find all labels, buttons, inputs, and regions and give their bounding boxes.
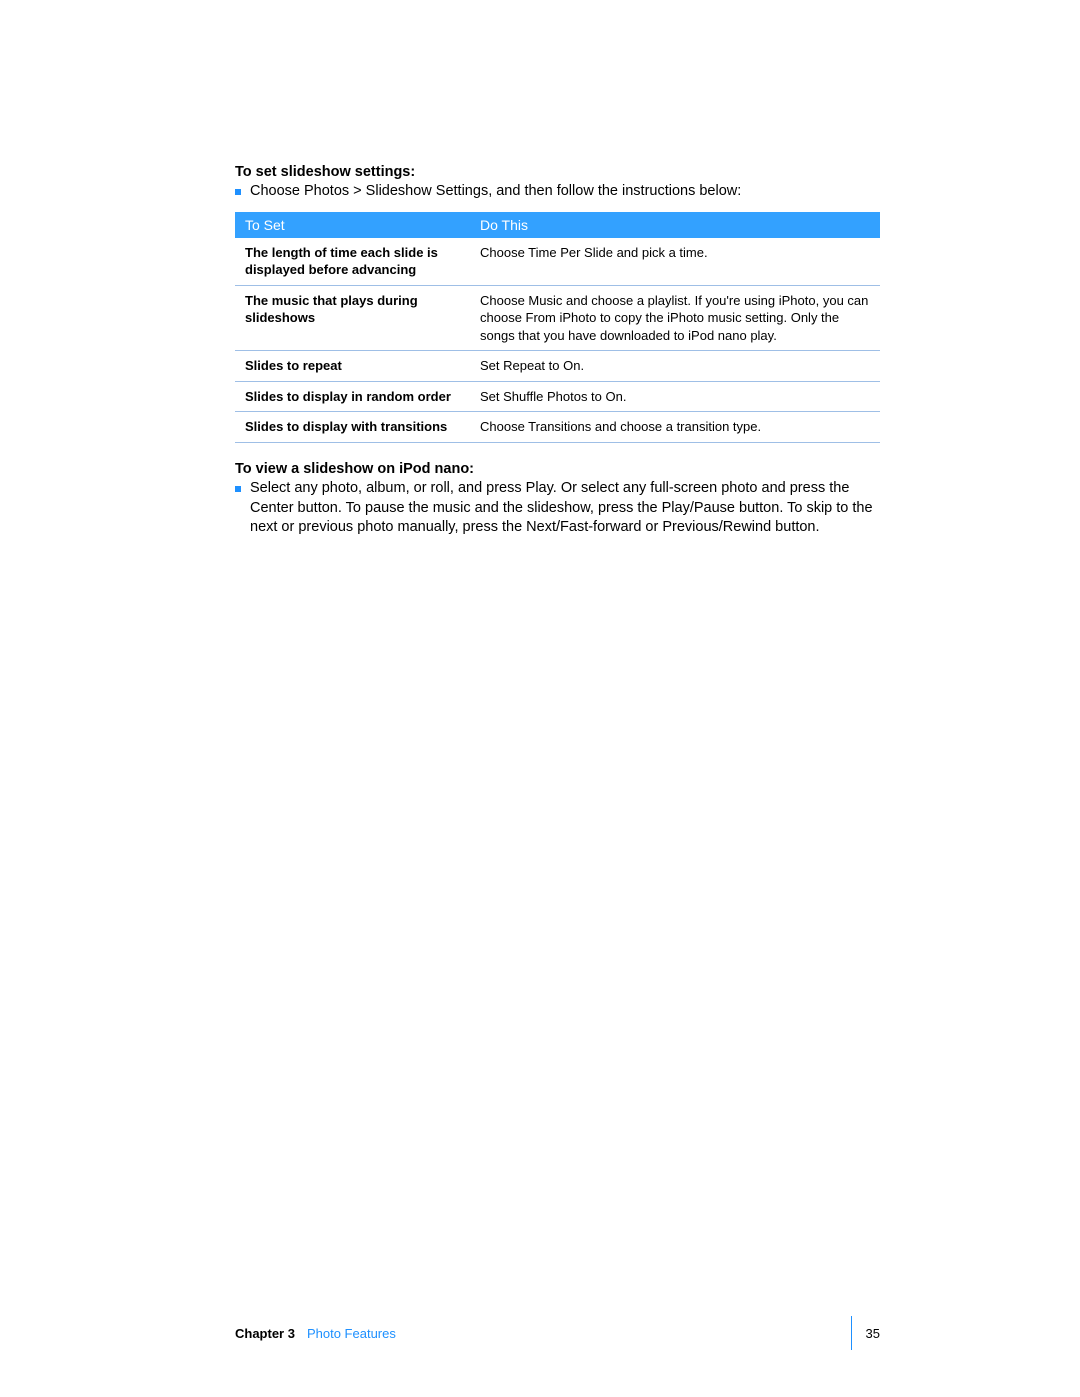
table-row: Slides to repeat Set Repeat to On. xyxy=(235,351,880,382)
table-cell-set: The music that plays during slideshows xyxy=(235,285,470,351)
table-row: The length of time each slide is display… xyxy=(235,238,880,286)
table-cell-set: The length of time each slide is display… xyxy=(235,238,470,286)
table-row: The music that plays during slideshows C… xyxy=(235,285,880,351)
table-cell-do: Choose Music and choose a playlist. If y… xyxy=(470,285,880,351)
bullet-text: Select any photo, album, or roll, and pr… xyxy=(250,479,880,538)
table-header-cell: Do This xyxy=(470,212,880,238)
section-heading: To view a slideshow on iPod nano: xyxy=(235,461,880,477)
table-cell-set: Slides to repeat xyxy=(235,351,470,382)
table-row: Slides to display in random order Set Sh… xyxy=(235,381,880,412)
bullet-icon xyxy=(235,189,241,195)
bullet-item: Choose Photos > Slideshow Settings, and … xyxy=(235,182,880,202)
table-cell-do: Set Repeat to On. xyxy=(470,351,880,382)
bullet-item: Select any photo, album, or roll, and pr… xyxy=(235,479,880,538)
table-cell-set: Slides to display with transitions xyxy=(235,412,470,443)
table-header-row: To Set Do This xyxy=(235,212,880,238)
separator-icon xyxy=(851,1316,852,1350)
document-page: To set slideshow settings: Choose Photos… xyxy=(0,0,1080,1397)
page-footer: Chapter 3 Photo Features 35 xyxy=(235,1316,880,1350)
table-cell-set: Slides to display in random order xyxy=(235,381,470,412)
page-number: 35 xyxy=(866,1326,880,1341)
table-cell-do: Choose Transitions and choose a transiti… xyxy=(470,412,880,443)
chapter-label: Chapter 3 xyxy=(235,1326,295,1341)
table-header-cell: To Set xyxy=(235,212,470,238)
bullet-text: Choose Photos > Slideshow Settings, and … xyxy=(250,182,741,202)
chapter-title: Photo Features xyxy=(307,1326,396,1341)
bullet-icon xyxy=(235,486,241,492)
settings-table: To Set Do This The length of time each s… xyxy=(235,212,880,443)
table-cell-do: Set Shuffle Photos to On. xyxy=(470,381,880,412)
section-heading: To set slideshow settings: xyxy=(235,164,880,180)
page-number-wrap: 35 xyxy=(851,1316,880,1350)
table-row: Slides to display with transitions Choos… xyxy=(235,412,880,443)
table-cell-do: Choose Time Per Slide and pick a time. xyxy=(470,238,880,286)
